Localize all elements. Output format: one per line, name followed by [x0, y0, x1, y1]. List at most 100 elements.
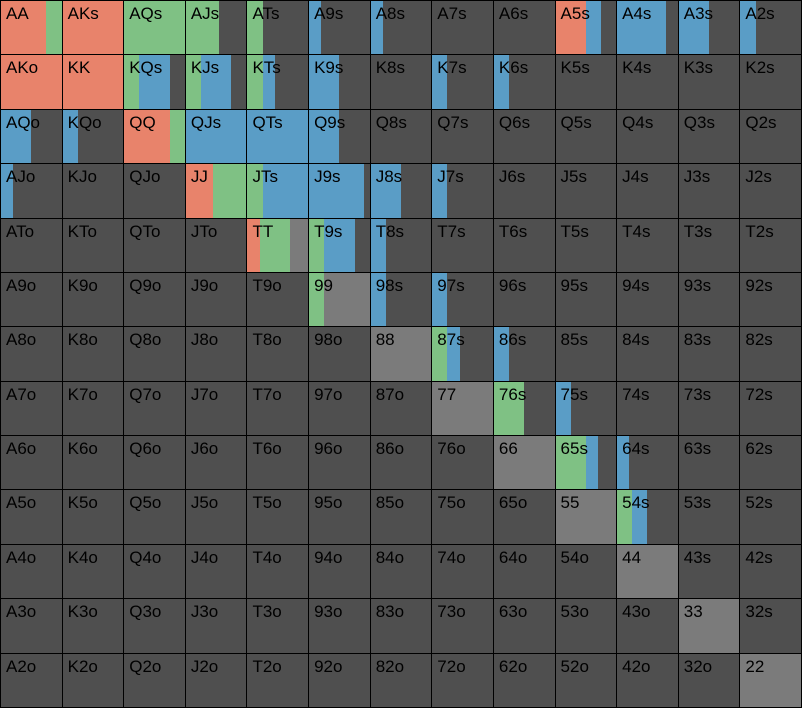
hand-cell-J4s[interactable]: J4s: [617, 164, 678, 218]
hand-cell-64o[interactable]: 64o: [493, 544, 555, 599]
hand-cell-K8o[interactable]: K8o: [62, 327, 124, 381]
hand-cell-K3o[interactable]: K3o: [62, 599, 124, 653]
hand-cell-T8o[interactable]: T8o: [247, 327, 309, 381]
hand-cell-T5o[interactable]: T5o: [247, 490, 309, 544]
hand-cell-86s[interactable]: 86s: [493, 327, 555, 381]
hand-cell-98o[interactable]: 98o: [309, 327, 370, 381]
hand-cell-T9o[interactable]: T9o: [247, 272, 309, 327]
hand-cell-52o[interactable]: 52o: [555, 653, 617, 707]
hand-cell-K9o[interactable]: K9o: [62, 272, 124, 327]
hand-cell-44[interactable]: 44: [617, 544, 678, 599]
hand-cell-99[interactable]: 99: [309, 272, 370, 327]
hand-cell-A6s[interactable]: A6s: [493, 1, 555, 55]
hand-cell-AKs[interactable]: AKs: [62, 1, 124, 55]
hand-cell-K6o[interactable]: K6o: [62, 436, 124, 490]
hand-cell-KJo[interactable]: KJo: [62, 164, 124, 218]
hand-cell-94s[interactable]: 94s: [617, 272, 678, 327]
hand-cell-75o[interactable]: 75o: [432, 490, 493, 544]
hand-cell-J9s[interactable]: J9s: [309, 164, 370, 218]
hand-cell-93o[interactable]: 93o: [309, 599, 370, 653]
hand-cell-AQs[interactable]: AQs: [124, 1, 185, 55]
hand-cell-KK[interactable]: KK: [62, 55, 124, 109]
hand-cell-A2o[interactable]: A2o: [1, 653, 62, 707]
hand-cell-J9o[interactable]: J9o: [185, 272, 247, 327]
hand-cell-A7o[interactable]: A7o: [1, 381, 62, 436]
hand-cell-92s[interactable]: 92s: [740, 272, 801, 327]
hand-cell-42s[interactable]: 42s: [740, 544, 801, 599]
hand-cell-QTs[interactable]: QTs: [247, 109, 309, 164]
hand-cell-Q8s[interactable]: Q8s: [370, 109, 432, 164]
hand-cell-72o[interactable]: 72o: [432, 653, 493, 707]
hand-cell-T4s[interactable]: T4s: [617, 218, 678, 272]
hand-cell-T3s[interactable]: T3s: [678, 218, 740, 272]
hand-cell-62s[interactable]: 62s: [740, 436, 801, 490]
hand-cell-83s[interactable]: 83s: [678, 327, 740, 381]
hand-cell-Q6s[interactable]: Q6s: [493, 109, 555, 164]
hand-cell-A8o[interactable]: A8o: [1, 327, 62, 381]
hand-cell-73o[interactable]: 73o: [432, 599, 493, 653]
hand-cell-32o[interactable]: 32o: [678, 653, 740, 707]
hand-cell-86o[interactable]: 86o: [370, 436, 432, 490]
hand-cell-55[interactable]: 55: [555, 490, 617, 544]
hand-cell-54o[interactable]: 54o: [555, 544, 617, 599]
hand-cell-66[interactable]: 66: [493, 436, 555, 490]
hand-cell-A4s[interactable]: A4s: [617, 1, 678, 55]
hand-cell-52s[interactable]: 52s: [740, 490, 801, 544]
hand-cell-Q9s[interactable]: Q9s: [309, 109, 370, 164]
hand-cell-A3o[interactable]: A3o: [1, 599, 62, 653]
hand-cell-76o[interactable]: 76o: [432, 436, 493, 490]
hand-cell-33[interactable]: 33: [678, 599, 740, 653]
hand-cell-97s[interactable]: 97s: [432, 272, 493, 327]
hand-cell-Q5o[interactable]: Q5o: [124, 490, 185, 544]
hand-cell-53s[interactable]: 53s: [678, 490, 740, 544]
hand-cell-AA[interactable]: AA: [1, 1, 62, 55]
hand-cell-Q8o[interactable]: Q8o: [124, 327, 185, 381]
hand-cell-65o[interactable]: 65o: [493, 490, 555, 544]
hand-cell-A8s[interactable]: A8s: [370, 1, 432, 55]
hand-cell-T9s[interactable]: T9s: [309, 218, 370, 272]
hand-cell-J3s[interactable]: J3s: [678, 164, 740, 218]
hand-cell-Q7s[interactable]: Q7s: [432, 109, 493, 164]
hand-cell-A5s[interactable]: A5s: [555, 1, 617, 55]
hand-cell-Q3o[interactable]: Q3o: [124, 599, 185, 653]
hand-cell-94o[interactable]: 94o: [309, 544, 370, 599]
hand-cell-KJs[interactable]: KJs: [185, 55, 247, 109]
hand-cell-AJo[interactable]: AJo: [1, 164, 62, 218]
hand-cell-Q7o[interactable]: Q7o: [124, 381, 185, 436]
hand-cell-AQo[interactable]: AQo: [1, 109, 62, 164]
hand-cell-J8o[interactable]: J8o: [185, 327, 247, 381]
hand-cell-QJo[interactable]: QJo: [124, 164, 185, 218]
hand-cell-62o[interactable]: 62o: [493, 653, 555, 707]
hand-cell-K4s[interactable]: K4s: [617, 55, 678, 109]
hand-cell-J6s[interactable]: J6s: [493, 164, 555, 218]
hand-cell-A9s[interactable]: A9s: [309, 1, 370, 55]
hand-cell-T2o[interactable]: T2o: [247, 653, 309, 707]
hand-cell-KTo[interactable]: KTo: [62, 218, 124, 272]
hand-cell-J7o[interactable]: J7o: [185, 381, 247, 436]
hand-cell-96o[interactable]: 96o: [309, 436, 370, 490]
hand-cell-T7s[interactable]: T7s: [432, 218, 493, 272]
hand-cell-22[interactable]: 22: [740, 653, 801, 707]
hand-cell-A9o[interactable]: A9o: [1, 272, 62, 327]
hand-cell-ATs[interactable]: ATs: [247, 1, 309, 55]
hand-cell-QJs[interactable]: QJs: [185, 109, 247, 164]
hand-cell-KQs[interactable]: KQs: [124, 55, 185, 109]
hand-cell-KQo[interactable]: KQo: [62, 109, 124, 164]
hand-cell-K7s[interactable]: K7s: [432, 55, 493, 109]
hand-cell-84s[interactable]: 84s: [617, 327, 678, 381]
hand-cell-Q2s[interactable]: Q2s: [740, 109, 801, 164]
hand-cell-AJs[interactable]: AJs: [185, 1, 247, 55]
hand-cell-63s[interactable]: 63s: [678, 436, 740, 490]
hand-cell-74s[interactable]: 74s: [617, 381, 678, 436]
hand-cell-TT[interactable]: TT: [247, 218, 309, 272]
hand-cell-83o[interactable]: 83o: [370, 599, 432, 653]
hand-cell-KTs[interactable]: KTs: [247, 55, 309, 109]
hand-cell-82s[interactable]: 82s: [740, 327, 801, 381]
hand-cell-96s[interactable]: 96s: [493, 272, 555, 327]
hand-cell-A5o[interactable]: A5o: [1, 490, 62, 544]
hand-cell-J8s[interactable]: J8s: [370, 164, 432, 218]
hand-cell-Q5s[interactable]: Q5s: [555, 109, 617, 164]
hand-cell-QQ[interactable]: QQ: [124, 109, 185, 164]
hand-cell-J4o[interactable]: J4o: [185, 544, 247, 599]
hand-cell-95o[interactable]: 95o: [309, 490, 370, 544]
